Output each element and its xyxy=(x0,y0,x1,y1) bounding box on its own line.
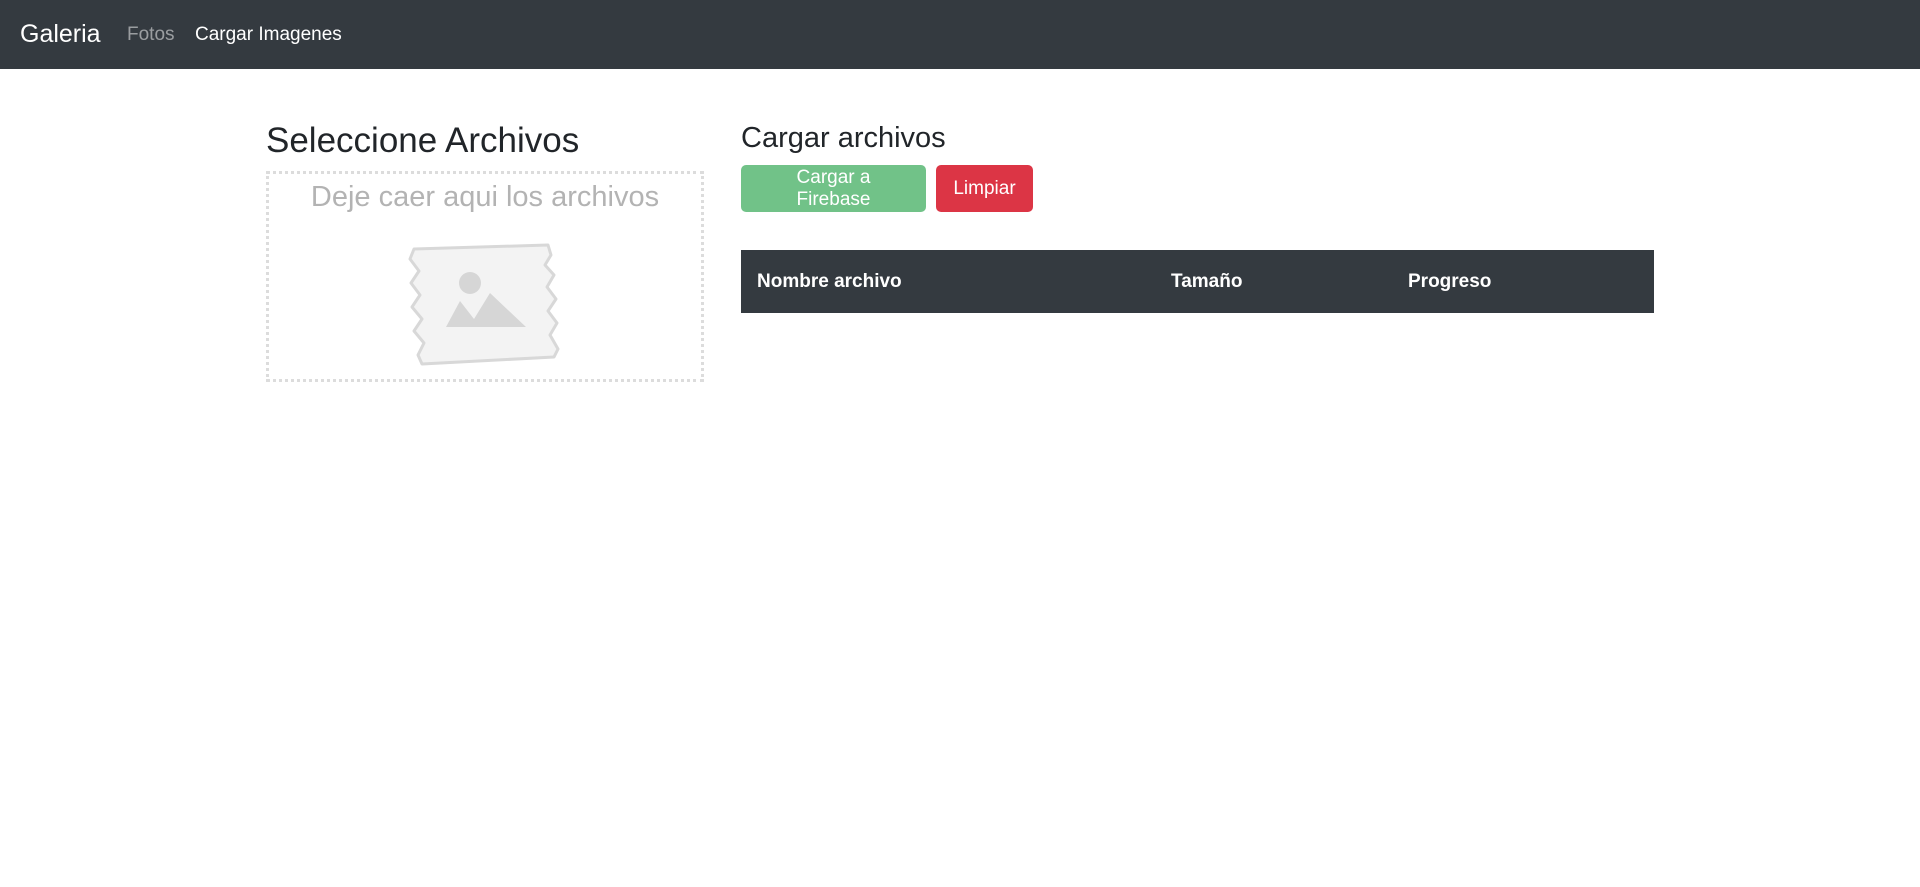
nav-link-cargar-imagenes[interactable]: Cargar Imagenes xyxy=(195,22,342,48)
column-header-name: Nombre archivo xyxy=(757,270,902,292)
files-table-header: Nombre archivo Tamaño Progreso xyxy=(741,250,1654,313)
select-files-title: Seleccione Archivos xyxy=(266,121,580,160)
select-files-panel: Seleccione Archivos Deje caer aqui los a… xyxy=(266,118,704,382)
nav-link-fotos[interactable]: Fotos xyxy=(127,22,175,48)
column-header-size: Tamaño xyxy=(1171,270,1243,292)
column-header-progress: Progreso xyxy=(1408,270,1492,292)
upload-firebase-button[interactable]: Cargar a Firebase xyxy=(741,165,926,212)
upload-files-panel: Cargar archivos Cargar a Firebase Limpia… xyxy=(741,118,1654,313)
dropzone-text: Deje caer aqui los archivos xyxy=(310,181,660,213)
clear-button[interactable]: Limpiar xyxy=(936,165,1033,212)
file-dropzone[interactable]: Deje caer aqui los archivos xyxy=(266,171,704,382)
upload-files-title: Cargar archivos xyxy=(741,122,946,154)
files-table: Nombre archivo Tamaño Progreso xyxy=(741,250,1654,313)
navbar-brand[interactable]: Galeria xyxy=(20,18,101,50)
top-navbar: Galeria Fotos Cargar Imagenes xyxy=(0,0,1920,69)
image-placeholder-icon xyxy=(408,243,560,366)
files-table-header-row: Nombre archivo Tamaño Progreso xyxy=(741,250,1654,313)
